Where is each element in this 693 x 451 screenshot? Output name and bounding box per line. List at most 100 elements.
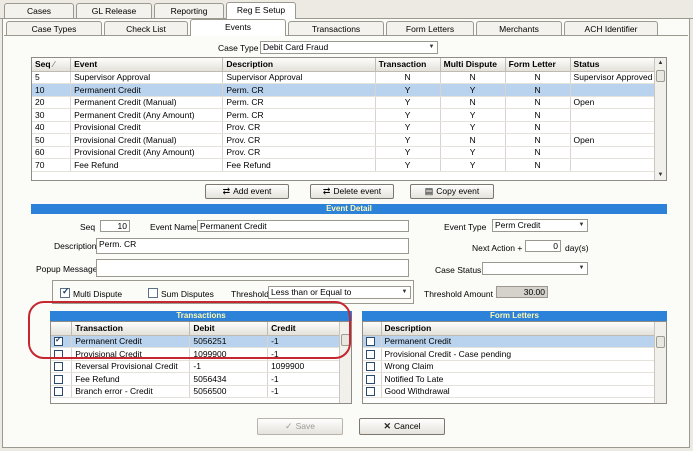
event-cell (570, 108, 666, 122)
event-cell: N (440, 71, 506, 84)
event-cell (570, 121, 666, 134)
form-letter-cell: Good Withdrawal (381, 385, 666, 398)
transactions-table[interactable]: Transaction Debit Credit Permanent Credi… (50, 321, 352, 404)
transaction-row[interactable]: Branch error - Credit 5056500 -1 (51, 385, 351, 398)
form-letter-checkbox[interactable] (366, 349, 375, 359)
event-row[interactable]: 60 Provisional Credit (Any Amount) Prov. C… (32, 146, 666, 159)
delete-event-button[interactable]: ⇄ Delete event (310, 184, 394, 199)
transaction-cell: 5056500 (189, 385, 269, 398)
seq-label: Seq (80, 222, 96, 232)
transaction-row[interactable]: Reversal Provisional Credit -1 1099900 (51, 360, 351, 373)
form-letter-cell: Permanent Credit (381, 335, 666, 348)
popup-message-input[interactable] (96, 259, 409, 277)
col-form-letter[interactable]: Form Letter (505, 58, 571, 72)
tab-reg-e-setup[interactable]: Reg E Setup (226, 2, 296, 19)
col-multi-dispute[interactable]: Multi Dispute (440, 58, 506, 72)
row-checkbox-cell (51, 372, 73, 386)
event-row[interactable]: 5 Supervisor Approval Supervisor Approval N… (32, 71, 666, 84)
col-status[interactable]: Status (570, 58, 666, 72)
tab-gl-release[interactable]: GL Release (76, 3, 152, 18)
copy-event-button[interactable]: ▤ Copy event (410, 184, 494, 199)
tab-cases[interactable]: Cases (4, 3, 74, 18)
case-type-label: Case Type (218, 43, 259, 53)
form-letter-checkbox[interactable] (366, 374, 375, 384)
case-status-select[interactable]: ▼ (482, 262, 588, 275)
transaction-checkbox[interactable] (54, 349, 63, 359)
transaction-row[interactable]: Provisional Credit 1099900 -1 (51, 347, 351, 361)
transaction-checkbox[interactable] (54, 374, 63, 384)
event-type-select[interactable]: Perm Credit ▼ (492, 219, 588, 232)
cancel-button[interactable]: ✕ Cancel (359, 418, 445, 435)
subtab-events[interactable]: Events (190, 19, 286, 36)
scroll-thumb[interactable] (656, 70, 665, 82)
transaction-checkbox[interactable] (54, 335, 63, 347)
form-letter-row[interactable]: Notified To Late (363, 372, 666, 386)
scroll-thumb[interactable] (656, 336, 665, 348)
event-cell: Perm. CR (222, 96, 376, 109)
add-event-button[interactable]: ⇄ Add event (205, 184, 289, 199)
event-type-label: Event Type (444, 222, 487, 232)
event-row[interactable]: 10 Permanent Credit Perm. CR Y Y N (32, 83, 666, 97)
event-row[interactable]: 50 Provisional Credit (Manual) Prov. CR Y N N… (32, 133, 666, 147)
threshold-amount-input[interactable]: 30.00 (496, 286, 548, 298)
event-cell: N (505, 146, 571, 159)
event-name-input[interactable]: Permanent Credit (197, 220, 409, 232)
subtab-ach-identifier[interactable]: ACH Identifier (564, 21, 658, 36)
event-row[interactable]: 30 Permanent Credit (Any Amount) Perm. CR Y… (32, 108, 666, 122)
subtab-form-letters[interactable]: Form Letters (386, 21, 474, 36)
scroll-thumb[interactable] (341, 334, 350, 346)
events-scrollbar[interactable]: ▲ ▼ (654, 58, 666, 180)
save-button[interactable]: ✓ Save (257, 418, 343, 435)
form-letter-row[interactable]: Wrong Claim (363, 360, 666, 373)
transaction-row[interactable]: Fee Refund 5056434 -1 (51, 372, 351, 386)
event-cell (570, 158, 666, 172)
scroll-down-icon[interactable]: ▼ (655, 170, 666, 180)
event-row[interactable]: 40 Provisional Credit Prov. CR Y Y N (32, 121, 666, 134)
transaction-checkbox[interactable] (54, 362, 63, 372)
description-input[interactable]: Perm. CR (96, 238, 409, 254)
form-letter-checkbox[interactable] (366, 337, 375, 347)
transaction-checkbox[interactable] (54, 387, 63, 397)
threshold-select[interactable]: Less than or Equal to ▼ (268, 286, 411, 299)
transactions-scrollbar[interactable] (339, 322, 351, 403)
scroll-up-icon[interactable]: ▲ (655, 58, 666, 68)
subtab-check-list[interactable]: Check List (104, 21, 188, 36)
form-letters-scrollbar[interactable] (654, 322, 666, 403)
form-letter-checkbox[interactable] (366, 362, 375, 372)
multi-dispute-checkbox[interactable] (60, 286, 70, 298)
form-letter-row[interactable]: Good Withdrawal (363, 385, 666, 398)
events-table[interactable]: Seq ∕ Event Description Transaction Mult… (31, 57, 667, 181)
event-row[interactable]: 70 Fee Refund Fee Refund Y Y N (32, 158, 666, 172)
event-cell: 20 (32, 96, 72, 109)
event-cell: Prov. CR (222, 133, 376, 147)
form-letter-row[interactable]: Provisional Credit - Case pending (363, 347, 666, 361)
tab-reporting[interactable]: Reporting (154, 3, 224, 18)
col-event[interactable]: Event (70, 58, 224, 72)
sum-disputes-checkbox[interactable] (148, 288, 158, 298)
col-transaction[interactable]: Transaction (375, 58, 441, 72)
col-transaction[interactable]: Transaction (71, 322, 191, 336)
form-letter-checkbox[interactable] (366, 387, 375, 397)
next-action-input[interactable]: 0 (525, 240, 561, 252)
event-cell: Provisional Credit (Any Amount) (70, 146, 224, 159)
transaction-cell: Reversal Provisional Credit (71, 360, 191, 373)
event-cell: Y (375, 96, 441, 109)
col-debit[interactable]: Debit (189, 322, 269, 336)
event-cell: Perm. CR (222, 83, 376, 97)
event-row[interactable]: 20 Permanent Credit (Manual) Perm. CR Y N N Op… (32, 96, 666, 109)
subtab-transactions[interactable]: Transactions (288, 21, 384, 36)
subtab-case-types[interactable]: Case Types (6, 21, 102, 36)
transaction-row[interactable]: Permanent Credit5056251-1 (51, 335, 351, 348)
col-seq[interactable]: Seq ∕ (32, 58, 72, 72)
subtab-merchants[interactable]: Merchants (476, 21, 562, 36)
col-description[interactable]: Description (381, 322, 666, 336)
form-letter-row[interactable]: Permanent Credit (363, 335, 666, 348)
seq-input[interactable]: 10 (100, 220, 130, 232)
event-cell: Permanent Credit (Manual) (70, 96, 224, 109)
form-letters-table[interactable]: Description Permanent Credit Provisional … (362, 321, 667, 404)
col-description[interactable]: Description (222, 58, 376, 72)
case-type-select[interactable]: Debit Card Fraud ▼ (260, 41, 438, 54)
event-cell: Provisional Credit (Manual) (70, 133, 224, 147)
transaction-cell: 5056251 (189, 335, 269, 348)
event-cell: Permanent Credit (Any Amount) (70, 108, 224, 122)
